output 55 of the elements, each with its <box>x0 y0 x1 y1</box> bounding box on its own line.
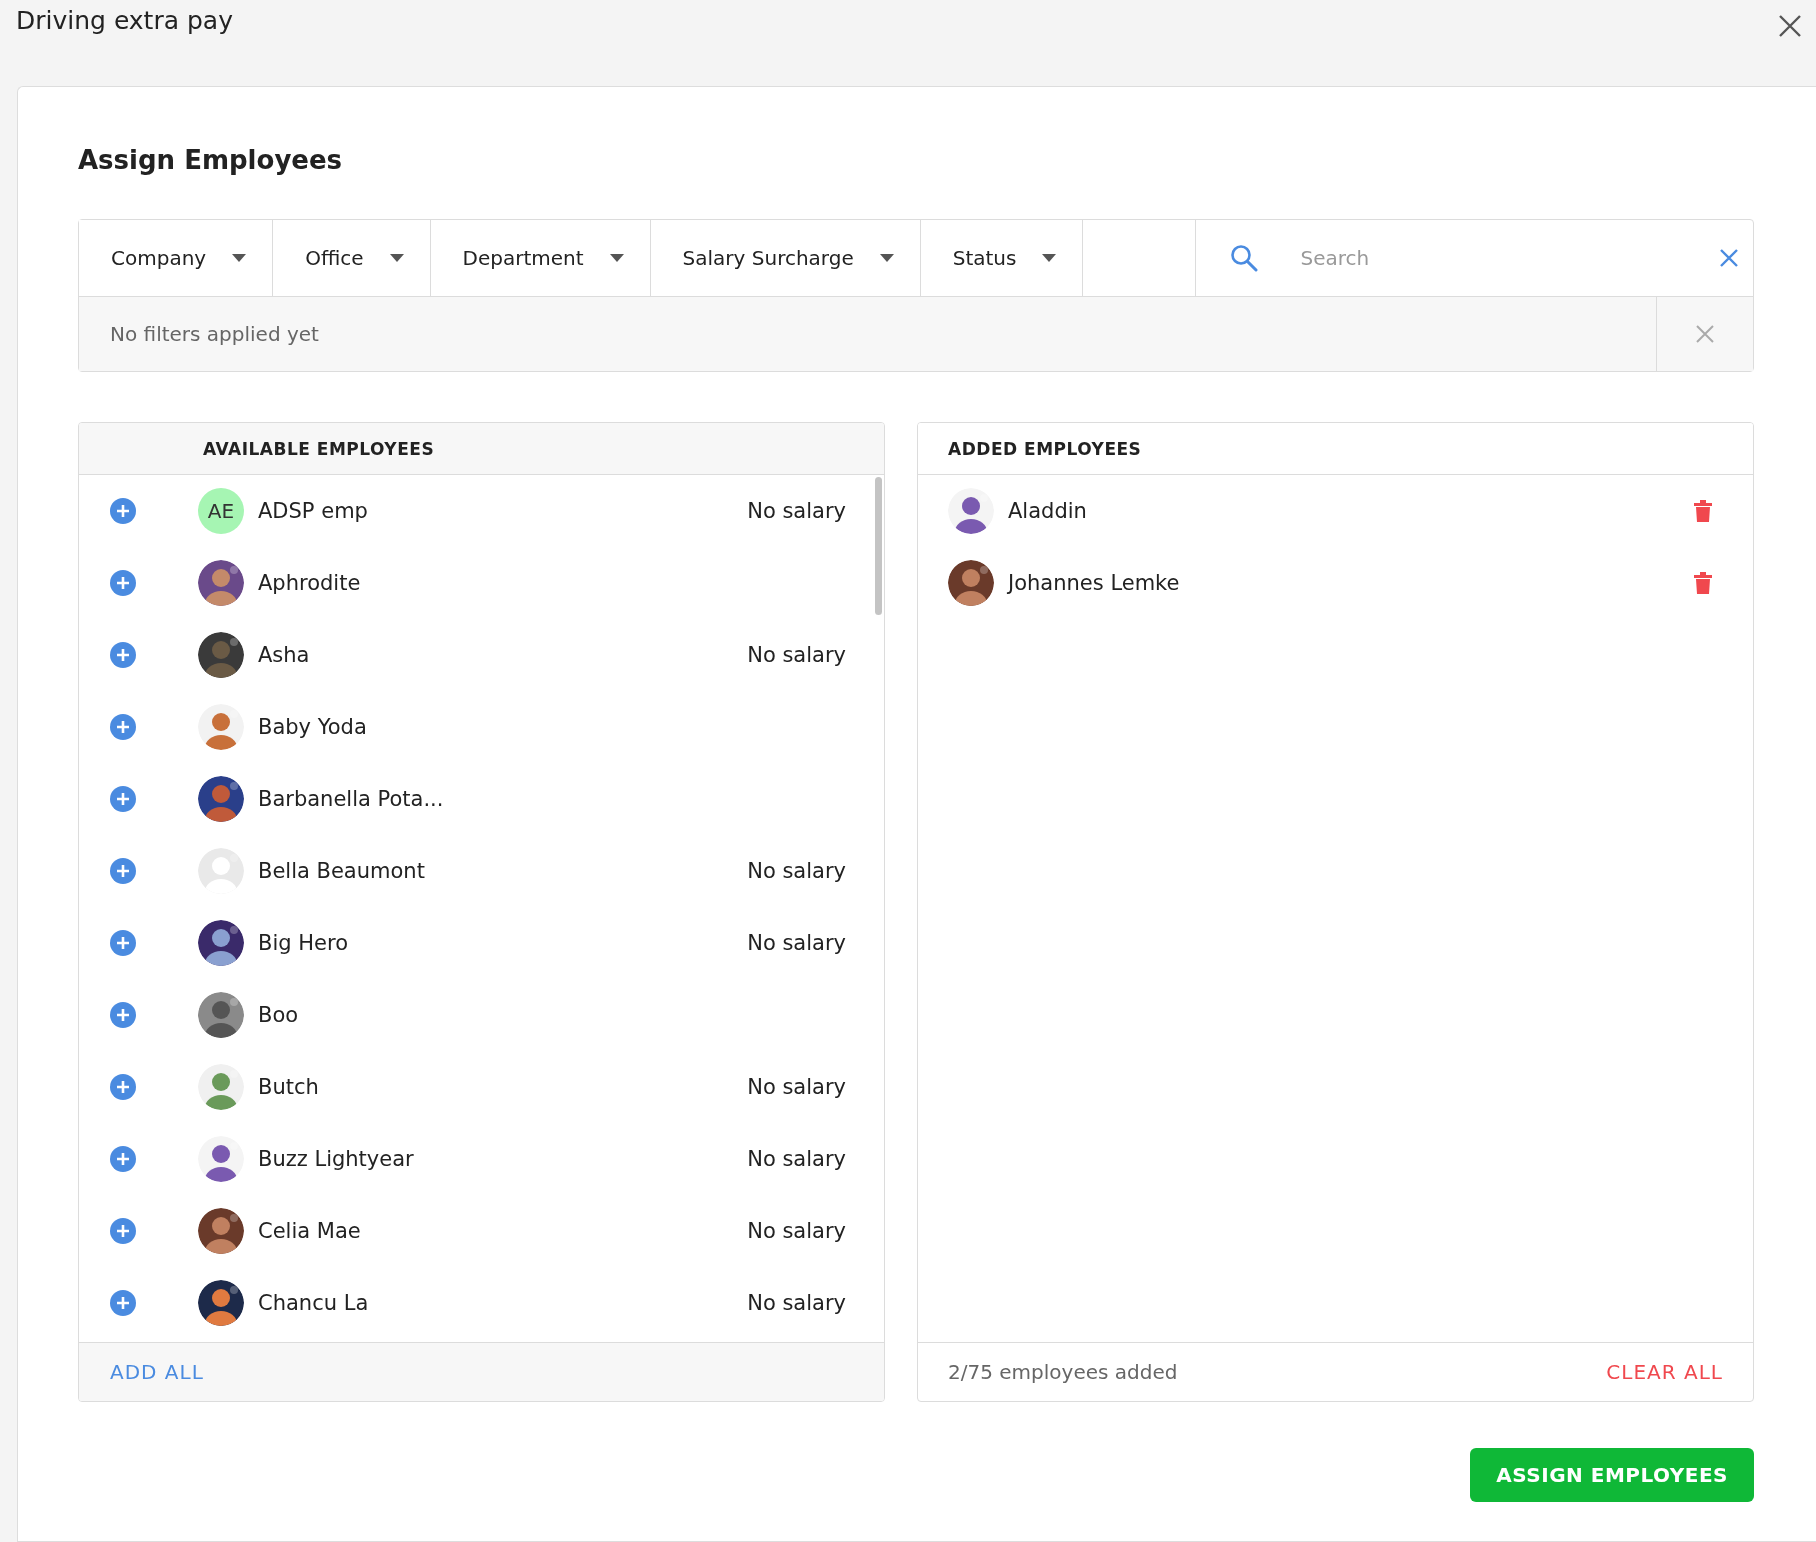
employee-name: Aladdin <box>1008 499 1087 523</box>
clear-filters-icon[interactable] <box>1695 324 1715 344</box>
employee-name: Big Hero <box>258 931 348 955</box>
clear-all-link[interactable]: CLEAR ALL <box>1606 1360 1723 1384</box>
add-icon[interactable] <box>110 786 136 812</box>
salary-status: No salary <box>747 499 846 523</box>
salary-status: No salary <box>747 643 846 667</box>
employee-name: Bella Beaumont <box>258 859 425 883</box>
section-heading: Assign Employees <box>78 145 344 175</box>
salary-status: No salary <box>747 1147 846 1171</box>
filter-dropdown[interactable]: Company <box>79 220 274 296</box>
salary-status: No salary <box>747 1291 846 1315</box>
panel-title: AVAILABLE EMPLOYEES <box>203 438 435 459</box>
salary-status: No salary <box>747 931 846 955</box>
caret-icon <box>389 254 404 262</box>
clear-search-icon[interactable] <box>1719 248 1739 268</box>
add-icon[interactable] <box>110 714 136 740</box>
add-icon[interactable] <box>110 930 136 956</box>
employee-name: Aphrodite <box>258 571 361 595</box>
added-count: 2/75 employees added <box>948 1360 1178 1384</box>
add-icon[interactable] <box>110 1002 136 1028</box>
employee-name: Baby Yoda <box>258 715 367 739</box>
employee-name: Barbanella Pota... <box>258 787 444 811</box>
employee-name: Johannes Lemke <box>1008 571 1180 595</box>
add-icon[interactable] <box>110 1074 136 1100</box>
caret-icon <box>879 254 894 262</box>
add-icon[interactable] <box>110 1290 136 1316</box>
avatar-initials: AE <box>198 488 244 534</box>
close-icon[interactable] <box>1778 14 1802 38</box>
scrollbar[interactable] <box>875 477 882 615</box>
employee-name: Celia Mae <box>258 1219 361 1243</box>
caret-icon <box>609 254 624 262</box>
add-icon[interactable] <box>110 858 136 884</box>
add-icon[interactable] <box>110 570 136 596</box>
filter-summary: No filters applied yet <box>110 322 319 346</box>
caret-icon <box>232 254 247 262</box>
window-title: Driving extra pay <box>16 6 233 35</box>
employee-name: Boo <box>258 1003 299 1027</box>
add-icon[interactable] <box>110 1146 136 1172</box>
search-icon <box>1230 244 1259 272</box>
salary-status: No salary <box>747 1075 846 1099</box>
employee-name: Chancu La <box>258 1291 369 1315</box>
add-icon[interactable] <box>110 642 136 668</box>
add-icon[interactable] <box>110 1218 136 1244</box>
panel-title: ADDED EMPLOYEES <box>948 438 1142 459</box>
trash-icon[interactable] <box>1693 499 1713 523</box>
employee-name: Butch <box>258 1075 319 1099</box>
salary-status: No salary <box>747 1219 846 1243</box>
salary-status: No salary <box>747 859 846 883</box>
employee-name: Asha <box>258 643 310 667</box>
trash-icon[interactable] <box>1693 571 1713 595</box>
employee-name: ADSP emp <box>258 499 368 523</box>
caret-icon <box>1042 254 1057 262</box>
employee-name: Buzz Lightyear <box>258 1147 414 1171</box>
add-icon[interactable] <box>110 498 136 524</box>
